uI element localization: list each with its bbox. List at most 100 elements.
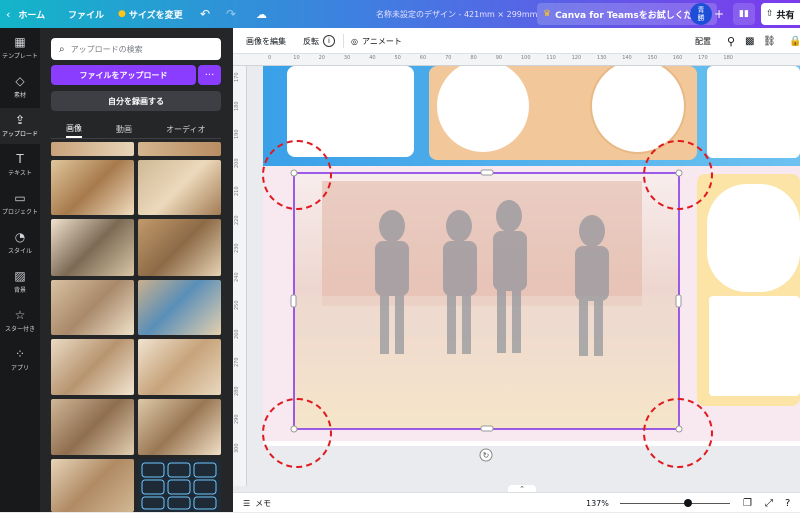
annotation-circle [643,140,713,210]
ruler-tick-label: 210 [234,186,240,196]
annotation-circle [643,398,713,468]
uploaded-frame-thumb[interactable] [138,459,221,512]
more-options-button[interactable]: ··· [198,65,221,85]
side-frame[interactable] [707,184,800,292]
ruler-tick-label: 50 [394,55,401,61]
zoom-level[interactable]: 137% [586,493,609,513]
undo-icon[interactable]: ↶ [200,0,210,28]
avatar[interactable]: 青 勝 [690,3,712,25]
rail-icon: ◇ [15,74,25,88]
ruler-tick-label: 100 [521,55,531,61]
resize-button[interactable]: ● サイズを変更 [118,0,183,28]
rail-item-4[interactable]: ▭ プロジェクト [0,186,40,222]
rail-item-7[interactable]: ☆ スター付き [0,303,40,339]
uploaded-image-thumb[interactable] [138,280,221,335]
chevron-left-icon: ‹ [6,7,11,21]
rail-icon: ☆ [14,308,26,322]
uploaded-image-thumb[interactable] [51,142,134,156]
edit-image-button[interactable]: 画像を編集 [246,28,286,54]
photo-frame[interactable] [707,66,800,158]
pages-icon[interactable]: ❐ [743,493,752,513]
lock-icon[interactable]: 🔒 [789,28,800,54]
search-icon: ⌕ [59,43,65,55]
uploaded-image-thumb[interactable] [138,142,221,156]
file-menu[interactable]: ファイル [68,0,104,28]
animate-icon: ◎ [351,36,358,46]
animate-button[interactable]: ◎ アニメート [351,28,402,54]
redo-icon[interactable]: ↷ [226,0,236,28]
rail-label: 素材 [13,92,26,99]
uploaded-image-thumb[interactable] [51,160,134,215]
ruler-tick-label: 40 [369,55,376,61]
record-yourself-button[interactable]: 自分を録画する [51,91,221,111]
ruler-tick-label: 70 [445,55,452,61]
share-icon: ⇧ [766,9,774,19]
add-member-icon[interactable]: + [714,0,724,28]
rail-item-2[interactable]: ⇪ アップロード [0,108,40,144]
selected-photo[interactable] [294,173,679,429]
ruler-tick-label: 110 [546,55,556,61]
notes-button[interactable]: ☰ メモ [243,493,271,513]
uploaded-image-thumb[interactable] [51,459,134,512]
ruler-tick-label: 280 [234,385,240,396]
home-button[interactable]: ‹ ホーム [6,0,45,28]
rail-label: プロジェクト [1,209,38,216]
ruler-tick-label: 220 [234,214,240,225]
rail-item-1[interactable]: ◇ 素材 [0,69,40,105]
uploaded-image-thumb[interactable] [138,160,221,215]
rail-item-5[interactable]: ◔ スタイル [0,225,40,261]
cloud-save-icon[interactable]: ☁ [256,0,267,28]
info-icon[interactable]: i [323,35,335,47]
analytics-icon[interactable]: ▮▮ [733,3,755,25]
rail-item-6[interactable]: ▨ 背景 [0,264,40,300]
uploaded-image-thumb[interactable] [51,280,134,335]
ruler-tick-label: 180 [234,100,240,111]
rail-label: テキスト [8,170,32,177]
link-icon[interactable]: ⛓ [763,28,776,54]
zoom-slider-track[interactable] [620,503,730,504]
upload-files-button[interactable]: ファイルをアップロード [51,65,196,85]
tab-images[interactable]: 画像 [66,120,82,138]
uploaded-image-thumb[interactable] [51,399,134,455]
tab-audio[interactable]: オーディオ [166,120,205,138]
uploaded-image-thumb[interactable] [51,339,134,395]
side-frame[interactable] [709,296,800,396]
help-icon[interactable]: ? [785,493,790,513]
ruler-tick-label: 0 [268,55,272,61]
ruler-tick-label: 150 [647,55,658,61]
paint-format-icon[interactable]: ⚲ [727,28,735,54]
ruler-tick-label: 240 [234,271,240,282]
rail-item-8[interactable]: ⁘ アプリ [0,342,40,378]
ruler-tick-label: 140 [622,55,632,61]
ruler-top: 0 10 20 30 40 50 60 70 80 90 100 110 120 130 140 150 160… [262,54,800,66]
uploaded-image-thumb[interactable] [138,339,221,395]
design-title[interactable]: 名称未設定のデザイン - 421mm × 299mm [376,0,537,28]
ruler-corner [233,54,262,66]
position-button[interactable]: 配置 [695,28,711,54]
context-toolbar: 画像を編集 反転 i ◎ アニメート 配置 ⚲ ▩ ⛓ 🔒 [233,28,800,54]
ruler-tick-label: 60 [419,55,427,61]
ruler-left: 170 180 190 200 210 220 230 240 250 260 270 280 290 3… [233,66,247,486]
frame-grid-graphic [141,462,217,510]
share-button[interactable]: ⇧ 共有 [761,3,800,25]
rail-item-0[interactable]: ▦ テンプレート [0,30,40,66]
rail-label: スタイル [7,248,32,255]
ruler-tick-label: 170 [698,55,708,61]
transparency-icon[interactable]: ▩ [745,28,754,54]
uploaded-image-thumb[interactable] [51,219,134,276]
uploaded-image-thumb[interactable] [138,399,221,455]
ruler-tick-label: 300 [234,442,240,453]
ruler-tick-label: 120 [571,55,582,61]
zoom-slider-handle[interactable] [684,499,693,507]
annotation-circle [262,398,332,468]
rail-item-3[interactable]: T テキスト [0,147,40,183]
bottom-bar: ☰ メモ 137% ❐ ⤢ ? [233,492,800,512]
uploaded-image-thumb[interactable] [138,219,221,276]
crown-icon: ● [118,9,126,19]
search-input[interactable]: ⌕ アップロードの検索 [51,38,221,60]
tab-videos[interactable]: 動画 [116,120,132,138]
fullscreen-icon[interactable]: ⤢ [765,493,773,513]
rail-icon: T [16,152,24,166]
rail-icon: ⇪ [14,113,26,127]
flip-button[interactable]: 反転 [303,28,319,54]
